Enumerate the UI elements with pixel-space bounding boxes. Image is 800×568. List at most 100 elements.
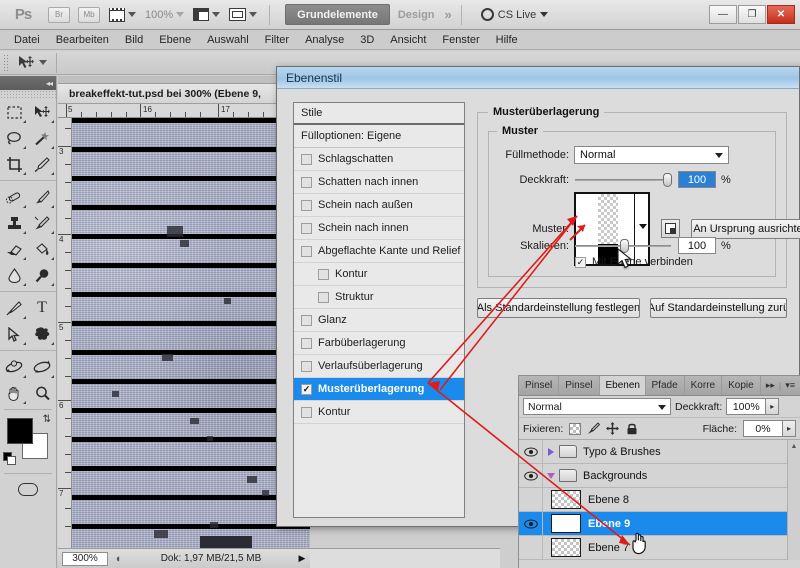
- workspace-more-icon[interactable]: »: [445, 7, 452, 22]
- menu-item-ansicht[interactable]: Ansicht: [382, 34, 434, 46]
- menu-item-3d[interactable]: 3D: [352, 34, 382, 46]
- style-item-glanz[interactable]: Glanz: [294, 309, 464, 332]
- dodge-tool[interactable]: [28, 262, 56, 288]
- view-extras-menu[interactable]: [109, 7, 136, 22]
- set-as-default-button[interactable]: Als Standardeinstellung festlegen: [477, 298, 640, 318]
- checkbox[interactable]: [318, 291, 329, 303]
- pattern-picker-chevron-down-icon[interactable]: [639, 224, 647, 229]
- new-pattern-button[interactable]: [661, 219, 680, 238]
- lock-position-icon[interactable]: [606, 422, 620, 435]
- layer-row-ebene-8[interactable]: Ebene 8: [519, 488, 800, 512]
- tools-drag-grip[interactable]: [0, 90, 56, 99]
- scale-slider[interactable]: [575, 238, 671, 253]
- menu-item-auswahl[interactable]: Auswahl: [199, 34, 257, 46]
- opacity-input[interactable]: 100: [678, 171, 716, 188]
- path-selection-tool[interactable]: [0, 321, 28, 347]
- tab-kopierquelle[interactable]: Kopie: [722, 376, 761, 395]
- layer-opacity-stepper[interactable]: ▸: [766, 398, 780, 415]
- layer-thumbnail[interactable]: [551, 514, 581, 533]
- layer-visibility-toggle[interactable]: [519, 440, 543, 463]
- custom-shape-tool[interactable]: [28, 321, 56, 347]
- horizontal-scrollbar[interactable]: [310, 548, 500, 568]
- checkbox[interactable]: [301, 153, 312, 165]
- restore-button[interactable]: ❐: [738, 5, 766, 24]
- spot-healing-brush-tool[interactable]: [0, 184, 28, 210]
- layer-row-backgrounds[interactable]: Backgrounds: [519, 464, 800, 488]
- clone-stamp-tool[interactable]: [0, 210, 28, 236]
- checkbox[interactable]: [301, 176, 312, 188]
- workspace-tab-design[interactable]: Design: [398, 9, 435, 21]
- layer-row-ebene-9[interactable]: Ebene 9: [519, 512, 800, 536]
- tab-korrekturen[interactable]: Korre: [685, 376, 723, 395]
- layer-thumbnail[interactable]: [551, 490, 581, 509]
- tab-pinsel-1[interactable]: Pinsel: [519, 376, 560, 395]
- checkbox[interactable]: [318, 268, 329, 280]
- menu-item-datei[interactable]: Datei: [6, 34, 48, 46]
- minimize-button[interactable]: —: [709, 5, 737, 24]
- layer-fill-input[interactable]: 0%: [743, 420, 783, 437]
- panel-menu-icon[interactable]: ▾≡: [785, 380, 795, 391]
- brush-tool[interactable]: [28, 184, 56, 210]
- foreground-color-swatch[interactable]: [7, 418, 33, 444]
- group-collapse-toggle[interactable]: [543, 472, 559, 479]
- slider-knob[interactable]: [620, 238, 629, 253]
- rectangular-marquee-tool[interactable]: [0, 99, 28, 125]
- pattern-swatch-preview[interactable]: [574, 192, 650, 266]
- 3d-orbit-tool[interactable]: [28, 354, 56, 380]
- document-canvas[interactable]: [72, 118, 310, 548]
- layer-fill-stepper[interactable]: ▸: [783, 420, 796, 437]
- lasso-tool[interactable]: [0, 125, 28, 151]
- checkbox[interactable]: [301, 199, 312, 211]
- snap-to-origin-button[interactable]: An Ursprung ausrichten: [691, 219, 800, 239]
- fill-options-item[interactable]: Fülloptionen: Eigene: [294, 125, 464, 148]
- quick-mask-button[interactable]: [0, 477, 56, 501]
- move-tool[interactable]: [28, 99, 56, 125]
- lock-all-icon[interactable]: [625, 422, 638, 435]
- document-tab[interactable]: breakeffekt-tut.psd bei 300% (Ebene 9,: [58, 84, 310, 104]
- link-with-layer-checkbox-row[interactable]: ✓ Mit Ebene verbinden: [575, 256, 693, 268]
- layers-list-scrollbar[interactable]: ▲: [787, 440, 800, 560]
- style-item-musterueberlagerung[interactable]: ✓ Musterüberlagerung: [294, 378, 464, 401]
- opacity-slider[interactable]: [575, 172, 672, 187]
- checkbox[interactable]: [301, 406, 312, 418]
- eyedropper-tool[interactable]: [28, 151, 56, 177]
- style-item-kontur-sub[interactable]: Kontur: [294, 263, 464, 286]
- mini-bridge-button[interactable]: Mb: [78, 6, 100, 23]
- paint-bucket-tool[interactable]: [28, 236, 56, 262]
- layer-visibility-toggle[interactable]: [519, 536, 543, 559]
- style-item-kontur[interactable]: Kontur: [294, 401, 464, 424]
- checkbox[interactable]: [301, 360, 312, 372]
- checkbox[interactable]: [301, 314, 312, 326]
- checkbox[interactable]: [301, 222, 312, 234]
- lock-transparency-icon[interactable]: [569, 422, 582, 435]
- drag-grip[interactable]: [3, 53, 10, 72]
- zoom-level-input[interactable]: 300%: [62, 551, 108, 566]
- blur-tool[interactable]: [0, 262, 28, 288]
- lock-image-icon[interactable]: [587, 422, 601, 435]
- arrange-documents-menu[interactable]: [193, 8, 221, 21]
- style-item-farbueberlagerung[interactable]: Farbüberlagerung: [294, 332, 464, 355]
- horizontal-type-tool[interactable]: T: [28, 295, 56, 321]
- menu-item-filter[interactable]: Filter: [257, 34, 297, 46]
- menu-item-bild[interactable]: Bild: [117, 34, 151, 46]
- scale-input[interactable]: 100: [678, 237, 716, 254]
- swap-colors-icon[interactable]: ⇅: [43, 414, 51, 425]
- bridge-button[interactable]: Br: [48, 6, 70, 23]
- layer-visibility-toggle[interactable]: [519, 512, 543, 535]
- checkbox[interactable]: [301, 337, 312, 349]
- checkbox-checked[interactable]: ✓: [301, 383, 312, 395]
- panel-expand-icon[interactable]: ▸▸: [766, 380, 775, 391]
- tab-ebenen[interactable]: Ebenen: [599, 376, 646, 395]
- scroll-up-arrow[interactable]: ▲: [788, 440, 800, 452]
- group-expand-toggle[interactable]: [543, 447, 559, 456]
- hand-tool[interactable]: [0, 380, 28, 406]
- default-colors-icon[interactable]: [3, 452, 16, 465]
- active-tool-preset[interactable]: [18, 55, 47, 70]
- cs-live-menu[interactable]: CS Live: [480, 8, 549, 21]
- screen-mode-menu[interactable]: [229, 8, 258, 21]
- style-item-schatten-nach-innen[interactable]: Schatten nach innen: [294, 171, 464, 194]
- style-item-schein-nach-innen[interactable]: Schein nach innen: [294, 217, 464, 240]
- magic-wand-tool[interactable]: [28, 125, 56, 151]
- status-menu-arrow[interactable]: ▶: [294, 553, 310, 564]
- layer-row-ebene-7[interactable]: Ebene 7: [519, 536, 800, 560]
